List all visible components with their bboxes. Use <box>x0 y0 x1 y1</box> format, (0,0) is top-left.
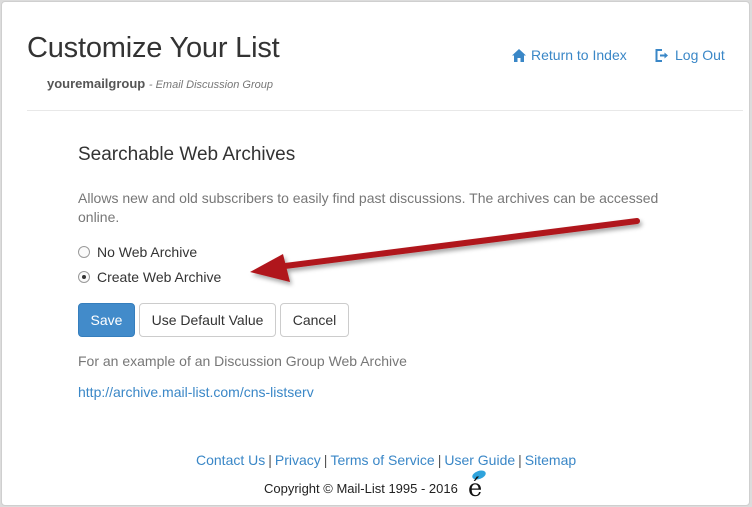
footer-link-sitemap[interactable]: Sitemap <box>525 452 576 468</box>
use-default-value-button[interactable]: Use Default Value <box>139 303 276 337</box>
save-button[interactable]: Save <box>78 303 135 337</box>
archive-example-link[interactable]: http://archive.mail-list.com/cns-listser… <box>78 384 314 400</box>
radio-create-web-archive[interactable]: Create Web Archive <box>78 269 221 285</box>
radio-button-no-archive[interactable] <box>78 246 90 258</box>
mail-list-logo-icon: é <box>466 468 492 502</box>
radio-label-no-archive: No Web Archive <box>97 244 198 260</box>
section-title: Searchable Web Archives <box>78 144 296 165</box>
radio-no-web-archive[interactable]: No Web Archive <box>78 244 197 260</box>
page-title: Customize Your List <box>27 32 280 64</box>
log-out-link[interactable]: Log Out <box>655 47 725 63</box>
group-name: youremailgroup <box>47 76 146 91</box>
footer-link-privacy[interactable]: Privacy <box>275 452 321 468</box>
svg-text:é: é <box>468 474 482 500</box>
footer-link-contact-us[interactable]: Contact Us <box>196 452 265 468</box>
section-description: Allows new and old subscribers to easily… <box>78 190 659 225</box>
return-to-index-link[interactable]: Return to Index <box>512 47 627 63</box>
logout-icon <box>655 48 670 62</box>
group-subtitle: youremailgroup - Email Discussion Group <box>47 76 273 91</box>
log-out-label: Log Out <box>675 47 725 63</box>
home-icon <box>512 48 526 62</box>
return-to-index-label: Return to Index <box>531 47 627 63</box>
example-text: For an example of an Discussion Group We… <box>78 353 407 369</box>
cancel-button[interactable]: Cancel <box>280 303 349 337</box>
radio-label-create-archive: Create Web Archive <box>97 269 222 285</box>
header-divider <box>27 110 743 111</box>
footer-link-terms[interactable]: Terms of Service <box>330 452 434 468</box>
group-description: - Email Discussion Group <box>148 79 273 91</box>
radio-button-create-archive[interactable] <box>78 271 90 283</box>
footer-links: Contact Us | Privacy | Terms of Service | User… <box>196 452 577 468</box>
footer-link-user-guide[interactable]: User Guide <box>444 452 515 468</box>
copyright-text: Copyright © Mail-List 1995 - 2016 <box>264 481 458 496</box>
